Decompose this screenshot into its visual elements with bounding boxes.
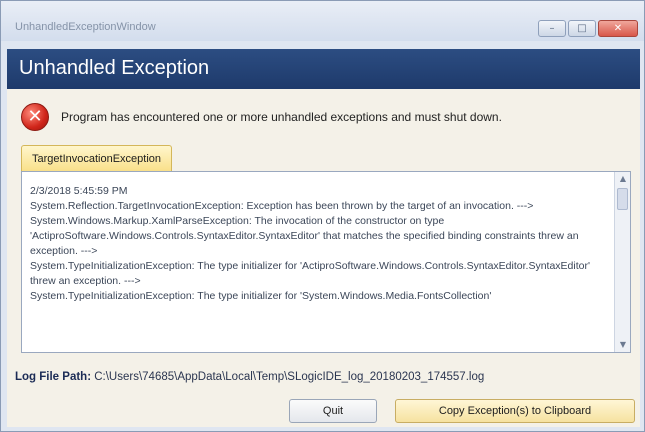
scroll-thumb[interactable] — [617, 188, 628, 210]
page-title: Unhandled Exception — [19, 57, 210, 79]
title-bar[interactable]: UnhandledExceptionWindow – □ ✕ — [1, 1, 644, 41]
exception-details-textarea[interactable]: 2/3/2018 5:45:59 PM System.Reflection.Ta… — [21, 171, 631, 353]
scroll-down-icon[interactable]: ▼ — [615, 338, 630, 352]
error-icon: ✕ — [21, 103, 49, 131]
maximize-button[interactable]: □ — [568, 20, 596, 37]
quit-button[interactable]: Quit — [289, 399, 377, 423]
vertical-scrollbar[interactable]: ▲ ▼ — [614, 172, 630, 352]
log-file-path-value: C:\Users\74685\AppData\Local\Temp\SLogic… — [94, 371, 485, 383]
content-panel: ✕ Program has encountered one or more un… — [7, 89, 640, 427]
window-title: UnhandledExceptionWindow — [15, 21, 156, 33]
window-controls: – □ ✕ — [538, 20, 638, 37]
log-file-path-row: Log File Path: C:\Users\74685\AppData\Lo… — [15, 371, 484, 383]
error-message: Program has encountered one or more unha… — [61, 110, 502, 124]
minimize-button[interactable]: – — [538, 20, 566, 37]
log-file-path-label: Log File Path: — [15, 371, 92, 383]
header-band: Unhandled Exception — [7, 49, 640, 89]
scroll-up-icon[interactable]: ▲ — [615, 172, 630, 186]
tab-exception[interactable]: TargetInvocationException — [21, 145, 173, 171]
copy-exception-button[interactable]: Copy Exception(s) to Clipboard — [395, 399, 635, 423]
exception-window: UnhandledExceptionWindow – □ ✕ Unhandled… — [0, 0, 645, 432]
error-row: ✕ Program has encountered one or more un… — [21, 103, 502, 131]
exception-details-text: 2/3/2018 5:45:59 PM System.Reflection.Ta… — [30, 185, 590, 302]
close-button[interactable]: ✕ — [598, 20, 638, 37]
